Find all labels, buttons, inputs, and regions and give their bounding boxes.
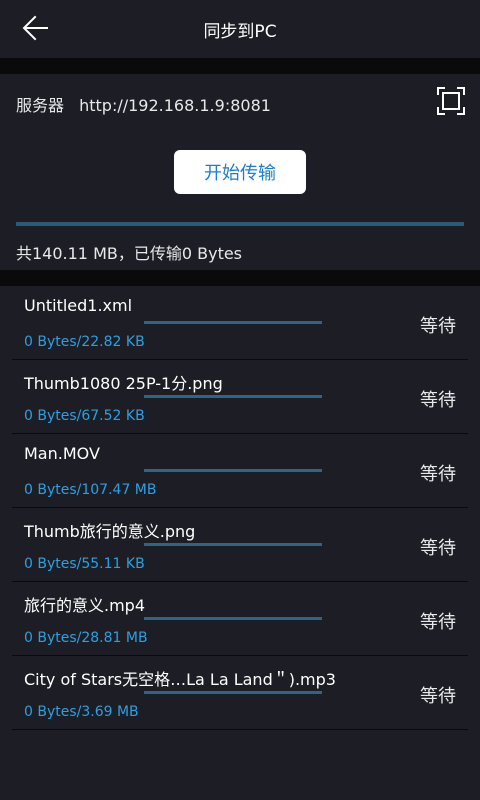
divider [0,58,480,74]
file-status: 等待 [420,464,456,485]
divider [0,270,480,286]
total-status-text: 共140.11 MB，已传输0 Bytes [16,244,243,263]
file-progress-bar [144,469,322,472]
top-bar: 同步到PC [0,0,480,58]
file-status: 等待 [420,612,456,633]
file-progress-bar [144,395,322,398]
file-size: 0 Bytes/22.82 KB [24,334,145,350]
file-list: Untitled1.xml 0 Bytes/22.82 KB 等待 Thumb1… [0,286,480,730]
file-name: Man.MOV [24,444,100,463]
file-name: Thumb1080 25P-1分.png [24,374,223,393]
server-label: 服务器 [16,96,65,115]
server-panel: 服务器 http://192.168.1.9:8081 开始传输 共140.11… [0,74,480,270]
file-progress-bar [144,321,322,324]
file-size: 0 Bytes/28.81 MB [24,630,148,646]
file-row[interactable]: Man.MOV 0 Bytes/107.47 MB 等待 [12,434,468,508]
file-status: 等待 [420,390,456,411]
file-row[interactable]: Thumb旅行的意义.png 0 Bytes/55.11 KB 等待 [12,508,468,582]
file-name: Untitled1.xml [24,296,133,315]
file-progress-bar [144,617,322,620]
file-name: Thumb旅行的意义.png [24,522,196,541]
page-title: 同步到PC [203,22,277,42]
server-info: 服务器 http://192.168.1.9:8081 [16,92,271,116]
file-size: 0 Bytes/55.11 KB [24,556,145,572]
file-size: 0 Bytes/107.47 MB [24,482,157,498]
server-address: http://192.168.1.9:8081 [79,96,271,115]
file-row[interactable]: Untitled1.xml 0 Bytes/22.82 KB 等待 [12,286,468,360]
start-transfer-button[interactable]: 开始传输 [174,150,306,194]
total-progress-bar [16,222,464,226]
file-status: 等待 [420,686,456,707]
file-progress-bar [144,543,322,546]
file-progress-bar [144,691,322,694]
file-size: 0 Bytes/3.69 MB [24,704,139,720]
file-status: 等待 [420,538,456,559]
scan-frame-icon [437,87,465,115]
file-name: City of Stars无空格…La La Land＂).mp3 [24,670,336,689]
file-row[interactable]: City of Stars无空格…La La Land＂).mp3 0 Byte… [12,656,468,730]
file-row[interactable]: 旅行的意义.mp4 0 Bytes/28.81 MB 等待 [12,582,468,656]
scan-button[interactable] [436,86,466,116]
file-name: 旅行的意义.mp4 [24,596,146,615]
file-size: 0 Bytes/67.52 KB [24,408,145,424]
file-row[interactable]: Thumb1080 25P-1分.png 0 Bytes/67.52 KB 等待 [12,360,468,434]
file-status: 等待 [420,316,456,337]
